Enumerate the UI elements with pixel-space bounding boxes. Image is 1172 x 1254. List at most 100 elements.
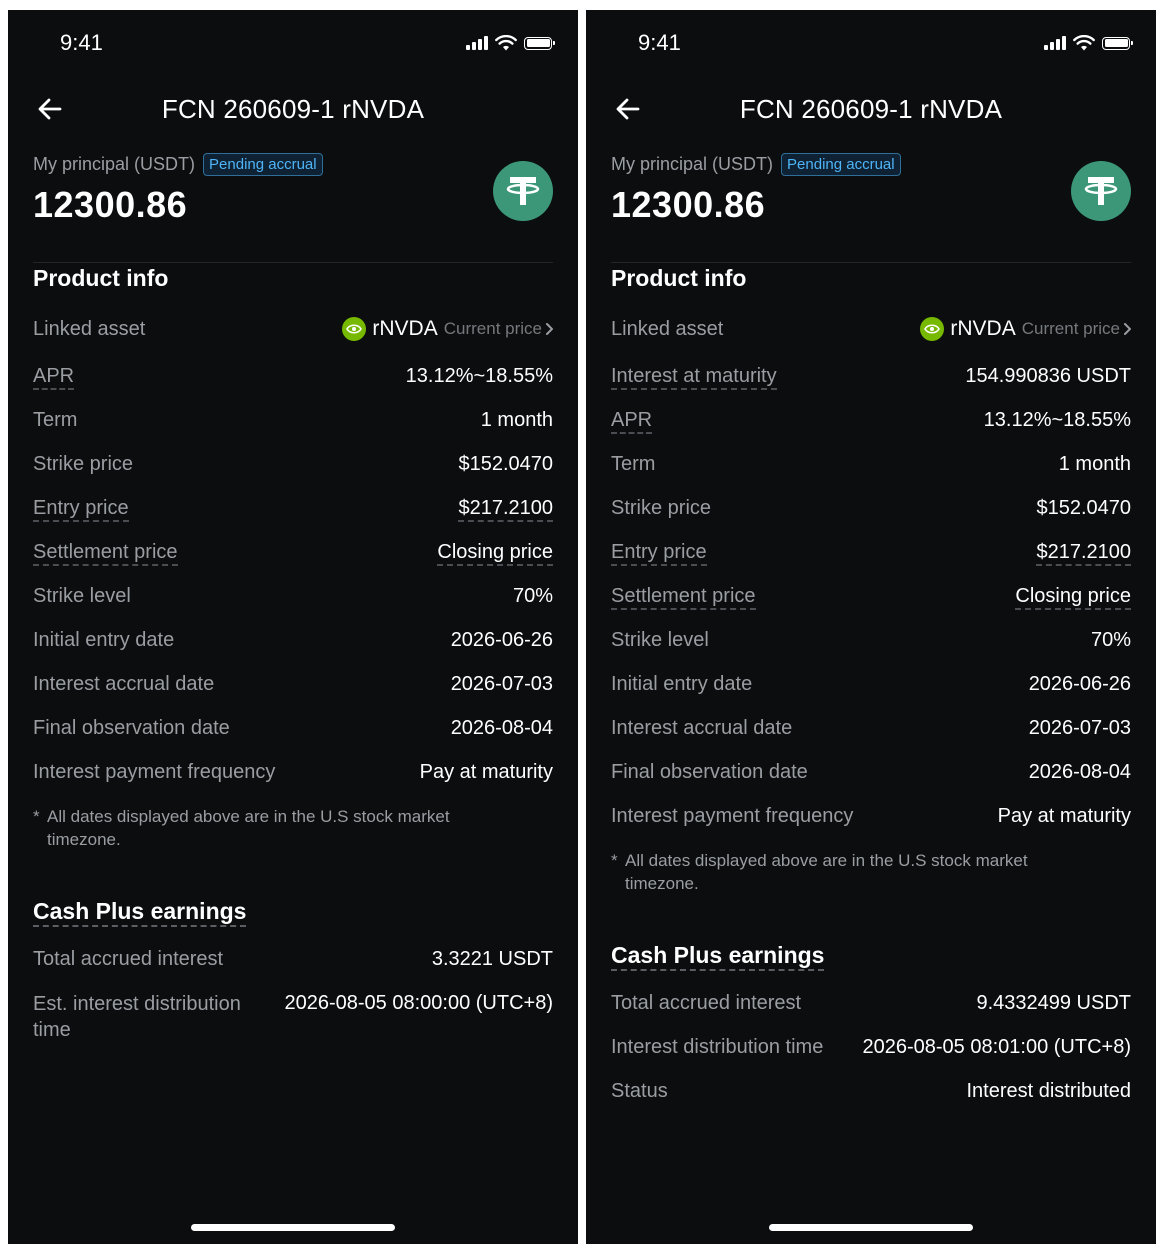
- battery-icon: [1102, 36, 1133, 50]
- row-value: 2026-08-05 08:00:00 (UTC+8): [284, 992, 554, 1014]
- est-interest-distribution-row: Est. interest distribution time 2026-08-…: [33, 991, 553, 1051]
- row-value[interactable]: Closing price: [1015, 584, 1131, 610]
- row-value: Pay at maturity: [419, 761, 553, 783]
- entry-price-row: Entry price $217.2100: [611, 540, 1131, 584]
- strike-price-row: Strike price $152.0470: [611, 496, 1131, 540]
- term-row: Term 1 month: [611, 452, 1131, 496]
- final-observation-date-row: Final observation date 2026-08-04: [33, 716, 553, 760]
- current-price-label: Current price: [1021, 319, 1120, 338]
- chevron-right-icon: [1124, 323, 1131, 335]
- battery-icon: [524, 36, 555, 50]
- signal-icon: [466, 36, 488, 50]
- wifi-icon: [495, 35, 517, 51]
- strike-level-row: Strike level 70%: [33, 584, 553, 628]
- row-value: 70%: [512, 585, 553, 607]
- phone-screen-left: 9:41 FCN 260609-1 rNVDA My principal (US…: [8, 10, 578, 1244]
- row-value: 2026-06-26: [1028, 673, 1131, 695]
- strike-level-row: Strike level 70%: [611, 628, 1131, 672]
- usdt-logo-icon: [1071, 161, 1131, 221]
- interest-at-maturity-row: Interest at maturity 154.990836 USDT: [611, 364, 1131, 408]
- cash-plus-title[interactable]: Cash Plus earnings: [33, 898, 247, 927]
- principal-section: My principal (USDT) Pending accrual 1230…: [33, 153, 553, 249]
- row-label: Interest accrual date: [33, 673, 215, 695]
- row-label: Linked asset: [611, 318, 724, 340]
- row-label: Interest accrual date: [611, 717, 793, 739]
- nav-bar: FCN 260609-1 rNVDA: [8, 78, 578, 140]
- row-value: 2026-07-03: [450, 673, 553, 695]
- interest-accrual-date-row: Interest accrual date 2026-07-03: [33, 672, 553, 716]
- nvidia-logo-icon: [342, 317, 367, 341]
- row-label[interactable]: APR: [33, 364, 75, 390]
- row-value[interactable]: Closing price: [437, 540, 553, 566]
- principal-value: 12300.86: [611, 184, 766, 225]
- strike-price-row: Strike price $152.0470: [33, 452, 553, 496]
- phone-screen-right: 9:41 FCN 260609-1 rNVDA My principal (US…: [586, 10, 1156, 1244]
- row-label: Est. interest distribution time: [33, 993, 241, 1041]
- timezone-note: * All dates displayed above are in the U…: [33, 805, 518, 851]
- row-label[interactable]: Settlement price: [611, 584, 756, 610]
- timezone-note: * All dates displayed above are in the U…: [611, 849, 1096, 895]
- page-title: FCN 260609-1 rNVDA: [739, 94, 1003, 124]
- row-value[interactable]: $217.2100: [458, 496, 553, 522]
- linked-asset-value[interactable]: rNVDA Current price: [920, 317, 1131, 341]
- row-label[interactable]: Interest at maturity: [611, 364, 777, 390]
- status-time: 9:41: [638, 30, 681, 55]
- row-label[interactable]: Entry price: [33, 496, 129, 522]
- status-bar: 9:41: [8, 10, 578, 78]
- page-title: FCN 260609-1 rNVDA: [161, 94, 425, 124]
- home-indicator[interactable]: [191, 1224, 395, 1231]
- asset-name: rNVDA: [950, 317, 1016, 340]
- row-label[interactable]: APR: [611, 408, 653, 434]
- row-value: 1 month: [1058, 453, 1131, 475]
- row-label: Term: [33, 409, 78, 431]
- row-label: Total accrued interest: [33, 948, 224, 970]
- current-price-label: Current price: [443, 319, 542, 338]
- note-text: All dates displayed above are in the U.S…: [625, 851, 1028, 893]
- usdt-logo-icon: [493, 161, 553, 221]
- term-row: Term 1 month: [33, 408, 553, 452]
- row-label: Term: [611, 453, 656, 475]
- row-value: 3.3221 USDT: [431, 948, 553, 970]
- row-label[interactable]: Settlement price: [33, 540, 178, 566]
- linked-asset-row: Linked asset rNVDA Current price: [611, 317, 1131, 361]
- status-time: 9:41: [60, 30, 103, 55]
- principal-label: My principal (USDT): [33, 154, 196, 174]
- row-value: 2026-08-04: [450, 717, 553, 739]
- settlement-price-row: Settlement price Closing price: [33, 540, 553, 584]
- linked-asset-value[interactable]: rNVDA Current price: [342, 317, 553, 341]
- row-value[interactable]: $217.2100: [1036, 540, 1131, 566]
- apr-row: APR 13.12%~18.55%: [611, 408, 1131, 452]
- chevron-right-icon: [546, 323, 553, 335]
- entry-price-row: Entry price $217.2100: [33, 496, 553, 540]
- row-label: Strike level: [33, 585, 131, 607]
- home-indicator[interactable]: [769, 1224, 973, 1231]
- divider: [33, 262, 553, 263]
- row-label: Strike level: [611, 629, 709, 651]
- row-value: 13.12%~18.55%: [983, 409, 1131, 431]
- row-value: $152.0470: [1036, 497, 1131, 519]
- row-label: Strike price: [611, 497, 712, 519]
- row-value: 9.4332499 USDT: [976, 992, 1131, 1014]
- product-info-title: Product info: [611, 265, 747, 291]
- status-badge: Pending accrual: [203, 153, 323, 176]
- product-info-title: Product info: [33, 265, 169, 291]
- cash-plus-title[interactable]: Cash Plus earnings: [611, 942, 825, 971]
- initial-entry-date-row: Initial entry date 2026-06-26: [33, 628, 553, 672]
- total-accrued-interest-row: Total accrued interest 3.3221 USDT: [33, 947, 553, 991]
- row-label: Interest payment frequency: [33, 761, 276, 783]
- row-label: Final observation date: [33, 717, 230, 739]
- current-price-link[interactable]: Current price: [1022, 319, 1131, 339]
- row-value: 2026-08-05 08:01:00 (UTC+8): [862, 1036, 1132, 1058]
- row-value: $152.0470: [458, 453, 553, 475]
- current-price-link[interactable]: Current price: [444, 319, 553, 339]
- row-label[interactable]: Entry price: [611, 540, 707, 566]
- cash-plus-title-text: Cash Plus earnings: [611, 942, 825, 971]
- row-label: Interest payment frequency: [611, 805, 854, 827]
- status-bar: 9:41: [586, 10, 1156, 78]
- row-label: Strike price: [33, 453, 134, 475]
- row-label: Total accrued interest: [611, 992, 802, 1014]
- row-value: 2026-08-04: [1028, 761, 1131, 783]
- total-accrued-interest-row: Total accrued interest 9.4332499 USDT: [611, 991, 1131, 1035]
- linked-asset-row: Linked asset rNVDA Current price: [33, 317, 553, 361]
- row-value: 154.990836 USDT: [965, 365, 1131, 387]
